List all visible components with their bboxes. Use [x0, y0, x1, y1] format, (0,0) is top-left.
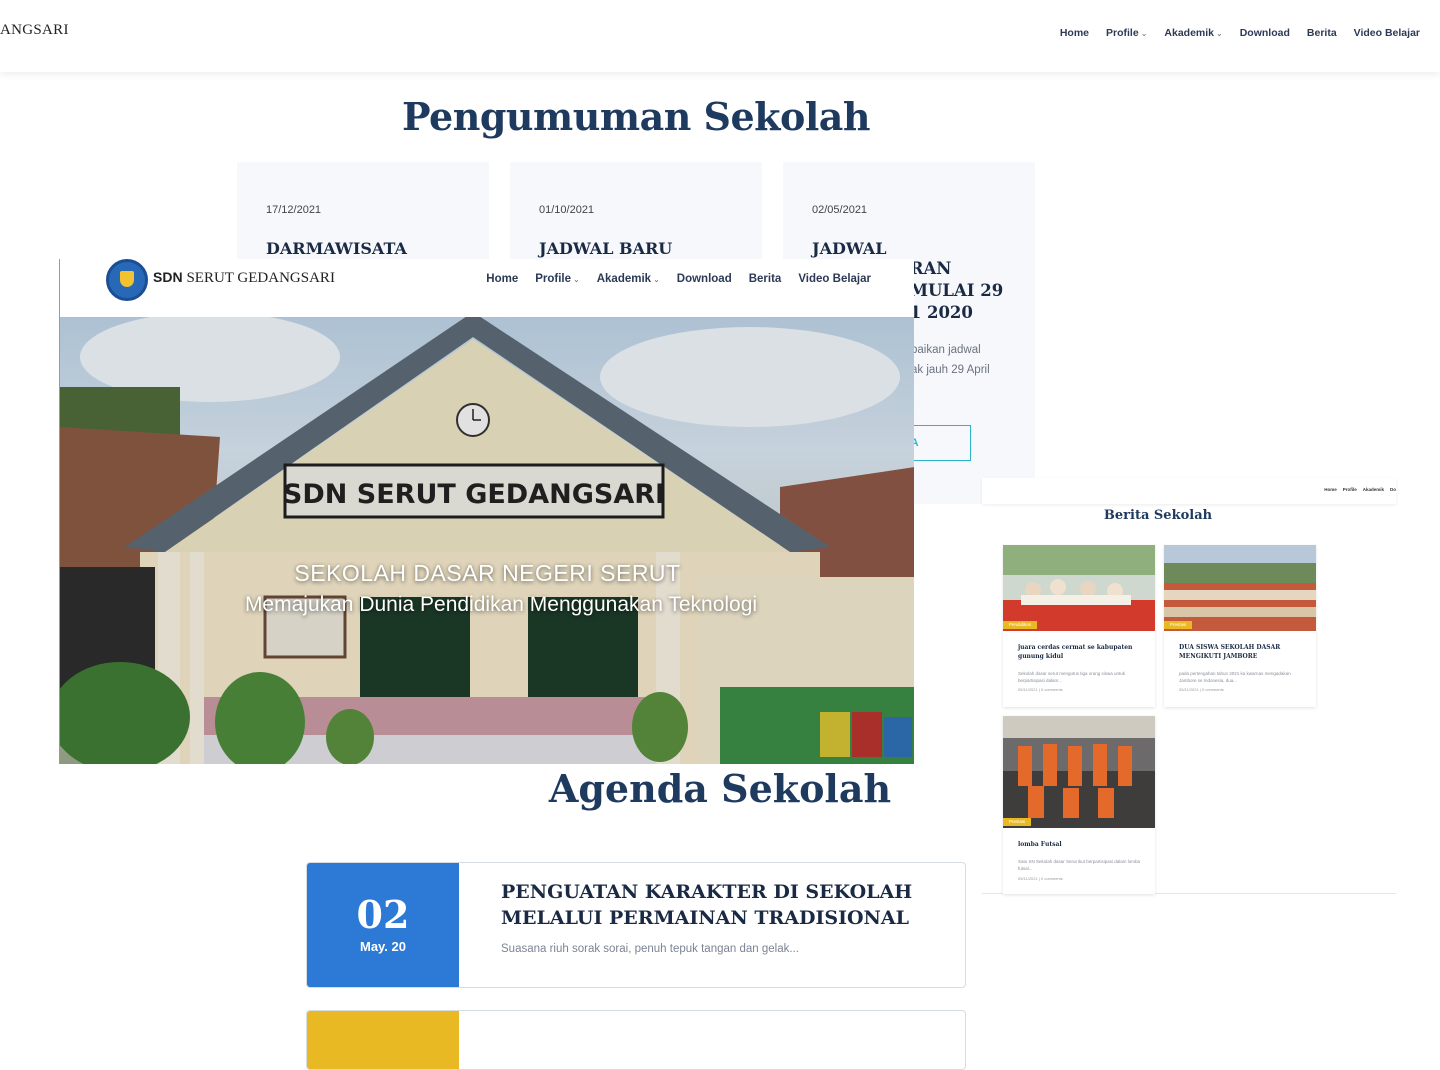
- nav-video-belajar[interactable]: Video Belajar: [798, 273, 871, 285]
- news-screenshot: Home Profile Akademik Do Berita Sekolah …: [982, 478, 1396, 894]
- news-meta: 05/11/2021 | 0 comments: [1179, 687, 1224, 692]
- news-photo: [1164, 545, 1316, 631]
- agenda-excerpt: Suasana riuh sorak sorai, penuh tepuk ta…: [501, 943, 799, 955]
- nav-profile[interactable]: Profile: [1343, 487, 1357, 492]
- school-building-photo: SDN SERUT GEDANGSARI: [60, 317, 914, 764]
- agenda-card[interactable]: [306, 1010, 966, 1070]
- news-card[interactable]: Prestasi DUA SISWA SEKOLAH DASAR MENGIKU…: [1164, 545, 1316, 707]
- hero-menu: Home Profile ⌄ Akademik ⌄ Download Berita …: [486, 273, 871, 285]
- agenda-card[interactable]: 02 May. 20 PENGUATAN KARAKTER DI SEKOLAH…: [306, 862, 966, 988]
- announcement-excerpt: baikan jadwal ak jauh 29 April: [911, 344, 990, 376]
- agenda-month: May. 20: [359, 939, 406, 954]
- news-category-tag[interactable]: Prestasi: [1164, 621, 1193, 629]
- news-excerpt: pada pertengahan tahun 2021 ka kwarnas m…: [1179, 671, 1291, 683]
- nav-berita[interactable]: Berita: [1307, 27, 1337, 39]
- hero-heading: SEKOLAH DASAR NEGERI SERUT: [294, 560, 681, 586]
- announcement-title[interactable]: JADWAL BARU: [539, 238, 749, 260]
- hero-subheading: Memajukan Dunia Pendidikan Menggunakan T…: [244, 593, 758, 616]
- nav-profile[interactable]: Profile ⌄: [1106, 27, 1147, 39]
- nav-berita[interactable]: Berita: [749, 273, 782, 285]
- agenda-title[interactable]: PENGUATAN KARAKTER DI SEKOLAH MELALUI PE…: [501, 879, 921, 931]
- announcement-date: 02/05/2021: [812, 204, 868, 216]
- news-excerpt: Satu SN Sekolah dasar Serut ikut berpart…: [1018, 859, 1141, 871]
- news-menu: Home Profile Akademik Do: [1324, 487, 1396, 492]
- site-brand[interactable]: ANGSARI: [0, 22, 69, 39]
- announcement-title-continued: .RAN MULAI 29 1 2020: [904, 259, 1004, 322]
- nav-home[interactable]: Home: [1324, 487, 1337, 492]
- nav-download[interactable]: Download: [1240, 27, 1290, 39]
- announcement-date: 01/10/2021: [539, 204, 595, 216]
- hero-brand[interactable]: SDN SERUT GEDANGSARI: [153, 269, 335, 287]
- agenda-date-badge: [307, 1011, 459, 1069]
- school-logo-icon[interactable]: [106, 259, 148, 301]
- news-photo: [1003, 716, 1155, 828]
- nav-download[interactable]: Download: [677, 273, 732, 285]
- nav-home[interactable]: Home: [1060, 27, 1089, 39]
- chevron-down-icon: ⌄: [1140, 29, 1148, 38]
- chevron-down-icon: ⌄: [573, 275, 580, 284]
- agenda-day: 02: [356, 892, 410, 937]
- news-meta: 05/11/2021 | 0 comments: [1018, 687, 1063, 692]
- nav-video-belajar[interactable]: Video Belajar: [1354, 27, 1420, 39]
- top-navbar: ANGSARI Home Profile ⌄ Akademik ⌄ Download…: [0, 0, 1440, 72]
- nav-akademik[interactable]: Akademik ⌄: [1164, 27, 1222, 39]
- news-card[interactable]: Prestasi lomba Futsal Satu SN Sekolah da…: [1003, 716, 1155, 894]
- nav-akademik[interactable]: Akademik: [1363, 487, 1384, 492]
- news-title[interactable]: lomba Futsal: [1018, 840, 1143, 849]
- nav-akademik[interactable]: Akademik ⌄: [597, 273, 660, 285]
- news-navbar: Home Profile Akademik Do: [982, 478, 1396, 504]
- news-category-tag[interactable]: Pendidikan: [1003, 621, 1038, 629]
- announcement-date: 17/12/2021: [266, 204, 322, 216]
- news-meta: 05/11/2021 | 0 comments: [1018, 876, 1063, 881]
- hero-screenshot: SDN SERUT GEDANGSARI: [59, 259, 914, 764]
- nav-home[interactable]: Home: [486, 273, 518, 285]
- chevron-down-icon: ⌄: [653, 275, 660, 284]
- main-menu: Home Profile ⌄ Akademik ⌄ Download Berita …: [1060, 27, 1420, 39]
- agenda-date-badge: 02 May. 20: [307, 863, 459, 987]
- news-excerpt: Sekolah dasar serut mengutus tiga orang …: [1018, 671, 1126, 683]
- news-card[interactable]: Pendidikan juara cerdas cermat se kabupa…: [1003, 545, 1155, 707]
- news-title[interactable]: DUA SISWA SEKOLAH DASAR MENGIKUTI JAMBOR…: [1179, 643, 1304, 661]
- section-title-berita: Berita Sekolah: [1103, 508, 1213, 523]
- news-title[interactable]: juara cerdas cermat se kabupaten gunung …: [1018, 643, 1143, 661]
- hero-navbar: SDN SERUT GEDANGSARI Home Profile ⌄ Akade…: [60, 259, 914, 317]
- news-category-tag[interactable]: Prestasi: [1003, 818, 1032, 826]
- section-title-pengumuman: Pengumuman Sekolah: [401, 94, 871, 139]
- nav-download[interactable]: Do: [1390, 487, 1396, 492]
- chevron-down-icon: ⌄: [1216, 29, 1223, 38]
- announcement-title[interactable]: JADWAL: [812, 238, 1022, 260]
- announcement-title[interactable]: DARMAWISATA: [266, 238, 476, 260]
- nav-profile[interactable]: Profile ⌄: [535, 273, 580, 285]
- news-photo: [1003, 545, 1155, 631]
